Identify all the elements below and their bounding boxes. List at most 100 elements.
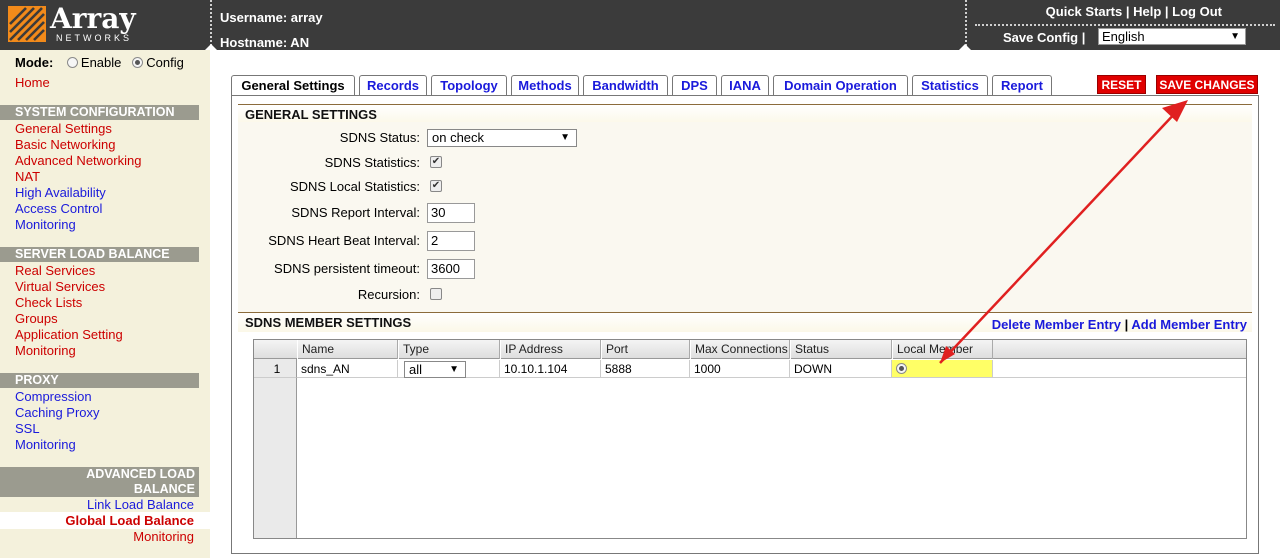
general-settings-header: GENERAL SETTINGS — [238, 104, 1252, 124]
sidebar-section-server-load-balance: SERVER LOAD BALANCE — [0, 247, 199, 262]
cell-ip-address[interactable]: 10.10.1.104 — [500, 360, 601, 378]
sidebar-item-system-monitoring[interactable]: Monitoring — [15, 217, 76, 232]
language-value: English — [1102, 29, 1145, 44]
user-info: Username: array Hostname: AN — [220, 5, 323, 55]
sidebar-item-high-availability[interactable]: High Availability — [15, 185, 106, 200]
sdns-statistics-checkbox[interactable]: ✔ — [430, 156, 442, 168]
sdns-statistics-label: SDNS Statistics: — [324, 155, 420, 170]
sidebar-item-global-load-balance[interactable]: Global Load Balance — [65, 513, 194, 528]
tab-topology[interactable]: Topology — [431, 75, 507, 96]
dropdown-arrow-icon: ▼ — [449, 364, 459, 375]
logo-subtitle: NETWORKS — [56, 33, 133, 43]
sidebar-item-general-settings[interactable]: General Settings — [15, 121, 112, 136]
sdns-local-statistics-label: SDNS Local Statistics: — [289, 179, 420, 194]
local-member-radio[interactable] — [896, 363, 907, 374]
tab-general-settings[interactable]: General Settings — [231, 75, 355, 97]
header-divider-left — [210, 0, 212, 50]
sidebar-section-advanced-load-balance-2: BALANCE — [0, 482, 199, 497]
sidebar-section-proxy: PROXY — [0, 373, 199, 388]
logo-wordmark: Array — [50, 2, 136, 35]
column-header-ip-address[interactable]: IP Address — [500, 340, 601, 359]
sdns-report-interval-input[interactable]: 30 — [427, 203, 475, 223]
sidebar-section-system-configuration: SYSTEM CONFIGURATION — [0, 105, 199, 120]
cell-local-member[interactable] — [892, 360, 993, 378]
tab-bandwidth[interactable]: Bandwidth — [583, 75, 668, 96]
top-header: Array NETWORKS Username: array Hostname:… — [0, 0, 1280, 50]
sidebar-item-groups[interactable]: Groups — [15, 311, 58, 326]
reset-button[interactable]: RESET — [1097, 75, 1146, 94]
row-index: 1 — [254, 360, 297, 378]
column-header-max-connections[interactable]: Max Connections — [690, 340, 790, 359]
sdns-persistent-timeout-label: SDNS persistent timeout: — [274, 261, 420, 276]
sidebar-item-access-control[interactable]: Access Control — [15, 201, 102, 216]
sidebar-item-alb-monitoring[interactable]: Monitoring — [133, 529, 194, 544]
tab-report[interactable]: Report — [992, 75, 1052, 96]
sidebar-item-check-lists[interactable]: Check Lists — [15, 295, 82, 310]
save-changes-button[interactable]: SAVE CHANGES — [1156, 75, 1258, 94]
sidebar-item-nat[interactable]: NAT — [15, 169, 40, 184]
member-table: Name Type IP Address Port Max Connection… — [253, 339, 1247, 539]
sidebar-item-proxy-monitoring[interactable]: Monitoring — [15, 437, 76, 452]
mode-selector: Mode: Enable Config — [15, 55, 184, 70]
column-header-port[interactable]: Port — [601, 340, 690, 359]
sdns-status-value: on check — [432, 130, 485, 145]
tab-dps[interactable]: DPS — [672, 75, 717, 96]
sidebar-item-slb-monitoring[interactable]: Monitoring — [15, 343, 76, 358]
cell-empty — [993, 360, 1246, 378]
header-dotted-line — [975, 24, 1275, 26]
sdns-report-interval-label: SDNS Report Interval: — [291, 205, 420, 220]
dropdown-arrow-icon: ▼ — [560, 132, 570, 143]
recursion-checkbox[interactable] — [430, 288, 442, 300]
sidebar-item-basic-networking[interactable]: Basic Networking — [15, 137, 115, 152]
sidebar-item-home[interactable]: Home — [15, 75, 50, 90]
sidebar-section-advanced-load-balance-1: ADVANCED LOAD — [0, 467, 199, 482]
mode-enable-radio[interactable] — [66, 57, 78, 68]
sdns-persistent-timeout-input[interactable]: 3600 — [427, 259, 475, 279]
username-text: Username: array — [220, 10, 323, 25]
cell-name[interactable]: sdns_AN — [297, 360, 398, 378]
sidebar: Mode: Enable Config Home SYSTEM CONFIGUR… — [0, 50, 210, 558]
column-header-local-member[interactable]: Local Member — [892, 340, 993, 359]
sidebar-item-compression[interactable]: Compression — [15, 389, 92, 404]
mode-config-radio[interactable] — [132, 57, 144, 68]
add-member-entry-link[interactable]: Add Member Entry — [1131, 317, 1247, 332]
array-logo-icon — [8, 6, 46, 42]
sidebar-item-real-services[interactable]: Real Services — [15, 263, 95, 278]
cell-type[interactable]: all ▼ — [398, 360, 500, 378]
quick-starts-link[interactable]: Quick Starts — [1046, 4, 1123, 19]
column-header-name[interactable]: Name — [297, 340, 398, 359]
column-header-type[interactable]: Type — [398, 340, 500, 359]
tab-records[interactable]: Records — [359, 75, 427, 96]
sidebar-item-ssl[interactable]: SSL — [15, 421, 40, 436]
sdns-status-label: SDNS Status: — [339, 130, 420, 145]
sidebar-item-link-load-balance[interactable]: Link Load Balance — [87, 497, 194, 512]
sdns-local-statistics-checkbox[interactable]: ✔ — [430, 180, 442, 192]
mode-enable-label: Enable — [80, 55, 122, 70]
type-select[interactable]: all ▼ — [404, 361, 466, 378]
sidebar-item-caching-proxy[interactable]: Caching Proxy — [15, 405, 100, 420]
sdns-heart-beat-input[interactable]: 2 — [427, 231, 475, 251]
sidebar-item-virtual-services[interactable]: Virtual Services — [15, 279, 105, 294]
language-select[interactable]: English ▼ — [1098, 28, 1246, 45]
help-link[interactable]: Help — [1133, 4, 1161, 19]
tab-statistics[interactable]: Statistics — [912, 75, 988, 96]
array-networks-logo[interactable]: Array NETWORKS — [0, 0, 210, 50]
member-entry-links: Delete Member Entry | Add Member Entry — [991, 317, 1247, 332]
type-value: all — [409, 362, 423, 377]
save-config-link[interactable]: Save Config | — [1003, 30, 1085, 45]
tab-iana[interactable]: IANA — [721, 75, 769, 96]
sidebar-item-application-setting[interactable]: Application Setting — [15, 327, 123, 342]
mode-label: Mode: — [15, 55, 54, 70]
log-out-link[interactable]: Log Out — [1172, 4, 1222, 19]
sidebar-item-advanced-networking[interactable]: Advanced Networking — [15, 153, 141, 168]
cell-max-connections[interactable]: 1000 — [690, 360, 790, 378]
tab-methods[interactable]: Methods — [511, 75, 579, 96]
member-settings-header: SDNS MEMBER SETTINGS Delete Member Entry… — [238, 312, 1252, 332]
tab-domain-operation[interactable]: Domain Operation — [773, 75, 908, 96]
column-header-status[interactable]: Status — [790, 340, 892, 359]
delete-member-entry-link[interactable]: Delete Member Entry — [992, 317, 1121, 332]
cell-port[interactable]: 5888 — [601, 360, 690, 378]
cell-status: DOWN — [790, 360, 892, 378]
sdns-status-select[interactable]: on check ▼ — [427, 129, 577, 147]
dropdown-arrow-icon: ▼ — [1230, 31, 1240, 42]
